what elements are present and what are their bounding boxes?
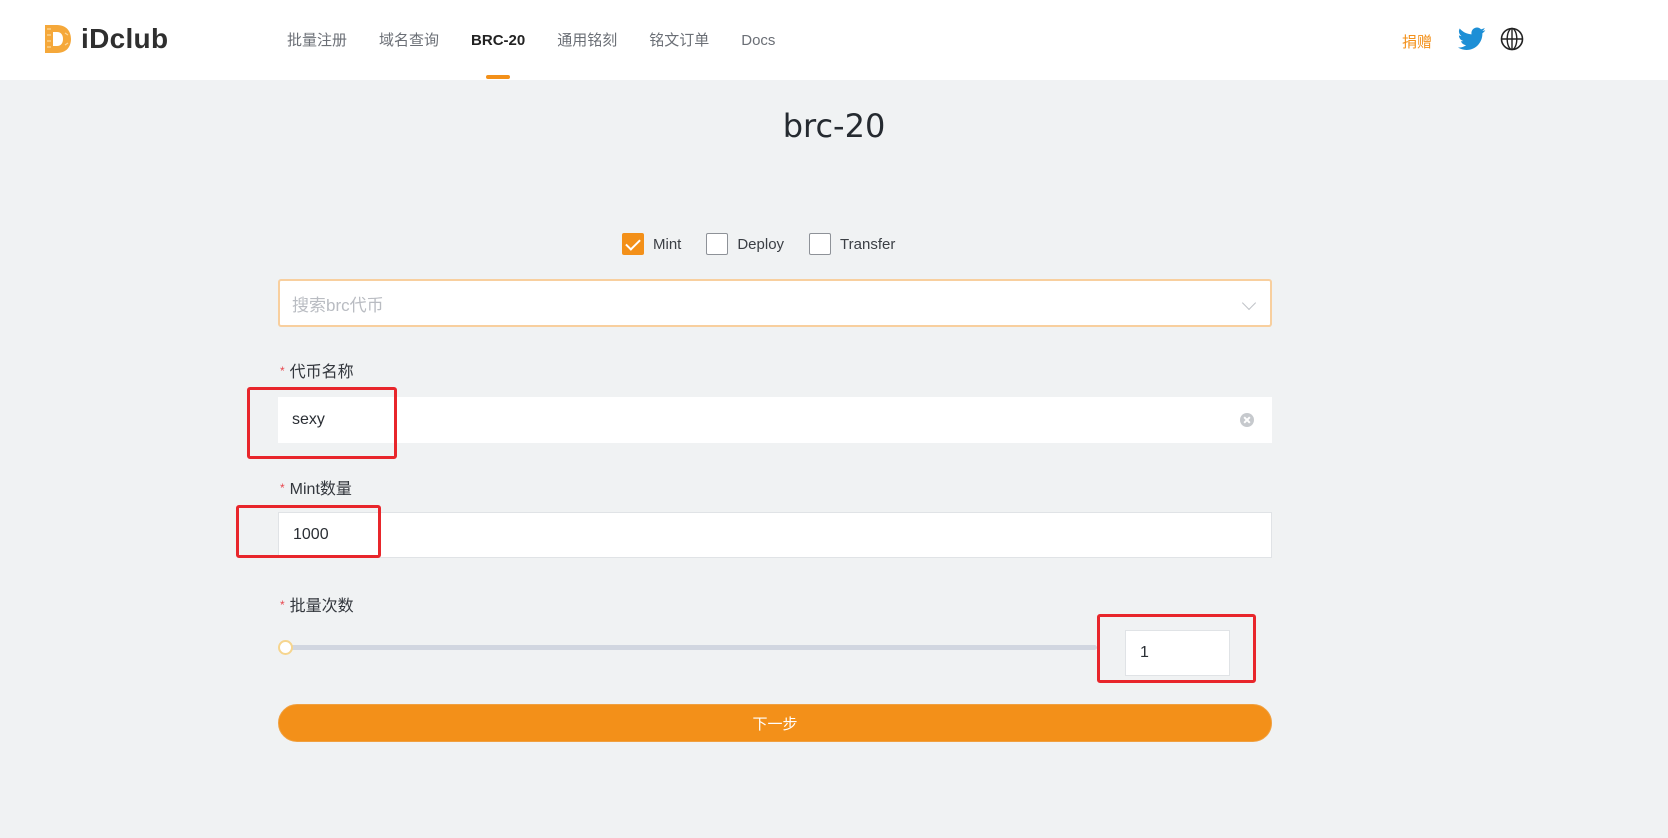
nav-item-brc20[interactable]: BRC-20: [471, 0, 525, 80]
nav-label: 铭文订单: [649, 32, 710, 49]
token-name-value: sexy: [292, 411, 325, 428]
active-tab-indicator: [486, 75, 511, 79]
batch-count-slider-track[interactable]: [285, 645, 1097, 650]
option-label: Deploy: [737, 235, 785, 253]
option-label: Mint: [653, 235, 682, 253]
checkbox-transfer[interactable]: [809, 233, 832, 255]
brand-logo[interactable]: iDclub: [43, 22, 168, 56]
label-text: Mint数量: [289, 481, 352, 498]
label-text: 批量次数: [289, 598, 354, 615]
checkbox-deploy[interactable]: [706, 233, 729, 255]
nav-item-batch-register[interactable]: 批量注册: [287, 0, 347, 80]
required-mark: *: [280, 364, 285, 378]
clear-icon[interactable]: [1240, 413, 1254, 427]
token-name-input[interactable]: sexy: [278, 397, 1272, 443]
nav-label: 批量注册: [287, 32, 348, 49]
chevron-down-icon: [1241, 295, 1257, 311]
token-search-placeholder: 搜索brc代币: [292, 295, 384, 315]
label-text: 代币名称: [289, 364, 354, 381]
batch-count-value: 1: [1140, 644, 1149, 661]
option-label: Transfer: [840, 235, 896, 253]
brand-name: iDclub: [81, 23, 169, 54]
batch-count-slider-thumb[interactable]: [278, 640, 293, 655]
donate-link[interactable]: 捐赠: [1402, 31, 1432, 52]
mint-amount-input[interactable]: 1000: [278, 512, 1272, 558]
option-mint[interactable]: Mint: [622, 233, 681, 255]
twitter-icon[interactable]: [1458, 27, 1486, 51]
nav-label: 域名查询: [379, 32, 440, 49]
mint-amount-value: 1000: [293, 526, 329, 543]
main-nav: 批量注册 域名查询 BRC-20 通用铭刻 铭文订单 Docs: [287, 0, 807, 80]
token-name-label: * 代币名称: [280, 358, 354, 382]
required-mark: *: [280, 598, 285, 612]
nav-label: Docs: [741, 32, 776, 49]
nav-item-inscription-orders[interactable]: 铭文订单: [649, 0, 709, 80]
operation-type-group: Mint Deploy Transfer: [622, 232, 920, 256]
page-title: brc-20: [782, 107, 886, 145]
checkbox-mint[interactable]: [622, 233, 644, 255]
token-search-select[interactable]: 搜索brc代币: [278, 279, 1272, 327]
nav-item-domain-search[interactable]: 域名查询: [379, 0, 439, 80]
mint-amount-label: * Mint数量: [280, 475, 352, 499]
nav-item-general-inscribe[interactable]: 通用铭刻: [557, 0, 617, 80]
batch-count-input[interactable]: 1: [1125, 630, 1230, 676]
nav-item-docs[interactable]: Docs: [741, 0, 775, 80]
nav-label: BRC-20: [471, 32, 526, 49]
globe-icon[interactable]: [1500, 27, 1524, 51]
batch-count-label: * 批量次数: [280, 592, 354, 616]
idclub-logo-icon: [45, 25, 71, 53]
nav-label: 通用铭刻: [557, 32, 618, 49]
next-step-button[interactable]: 下一步: [278, 704, 1272, 742]
required-mark: *: [280, 481, 285, 495]
option-deploy[interactable]: Deploy: [706, 233, 784, 255]
option-transfer[interactable]: Transfer: [809, 233, 895, 255]
next-step-label: 下一步: [752, 715, 798, 733]
top-nav-bar: iDclub 批量注册 域名查询 BRC-20 通用铭刻 铭文订单 Docs 捐…: [0, 0, 1668, 80]
